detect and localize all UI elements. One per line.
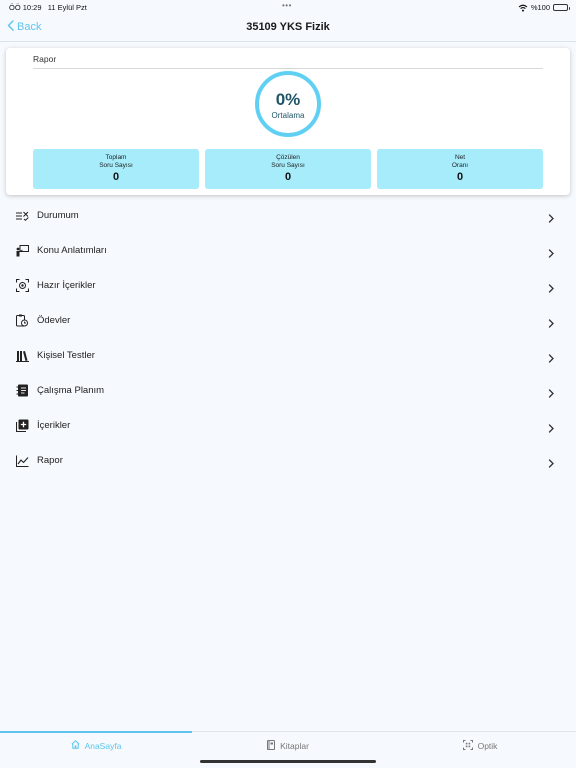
menu-item-label: İçerikler (37, 420, 71, 431)
notebook-icon (15, 384, 29, 398)
menu-item-kisisel-testler[interactable]: Kişisel Testler (0, 338, 576, 373)
stat-subtitle: Soru Sayısı (99, 162, 133, 169)
stat-total-questions: Toplam Soru Sayısı 0 (33, 149, 199, 189)
wifi-icon (518, 4, 528, 12)
tab-optik[interactable]: Optik (384, 740, 576, 752)
navigation-bar: Back 35109 YKS Fizik (0, 14, 576, 42)
menu-item-label: Çalışma Planım (37, 385, 105, 396)
status-date-text: 11 Eylül Pzt (47, 3, 87, 12)
page-title: 35109 YKS Fizik (246, 21, 330, 33)
chevron-right-icon (548, 315, 554, 333)
tab-label: AnaSayfa (84, 740, 122, 751)
status-indicators: %100 (518, 3, 570, 12)
menu-item-durumum[interactable]: Durumum (0, 198, 576, 233)
stat-solved-questions: Çözülen Soru Sayısı 0 (205, 149, 371, 189)
chevron-right-icon (548, 385, 554, 403)
battery-percent: %100 (530, 3, 550, 12)
stat-value: 0 (284, 171, 292, 183)
chevron-right-icon (548, 210, 554, 228)
menu-item-label: Durumum (37, 210, 79, 221)
menu-item-konu-anlatimlari[interactable]: Konu Anlatımları (0, 233, 576, 268)
stat-value: 0 (456, 171, 464, 183)
tab-label: Kitaplar (280, 741, 309, 751)
homework-icon (15, 314, 29, 328)
chevron-right-icon (548, 245, 554, 263)
stat-value: 0 (112, 171, 120, 183)
tab-anasayfa[interactable]: AnaSayfa (0, 740, 192, 751)
stat-title: Net (454, 154, 466, 161)
active-tab-indicator (0, 731, 192, 733)
menu-item-icerikler[interactable]: İçerikler (0, 408, 576, 443)
chevron-right-icon (548, 350, 554, 368)
menu-item-label: Konu Anlatımları (37, 245, 107, 256)
presentation-icon (15, 244, 29, 258)
menu-item-rapor[interactable]: Rapor (0, 443, 576, 478)
menu-item-odevler[interactable]: Ödevler (0, 303, 576, 338)
menu-list: Durumum Konu Anlatımları Hazır İçerikler… (0, 198, 576, 478)
chevron-right-icon (548, 420, 554, 438)
optic-scan-icon (462, 740, 473, 752)
average-label: Ortalama (271, 110, 305, 120)
scan-icon (15, 279, 29, 293)
report-section-label: Rapor (33, 54, 543, 69)
tab-kitaplar[interactable]: Kitaplar (192, 740, 384, 752)
average-value: 0% (275, 89, 301, 109)
menu-item-hazir-icerikler[interactable]: Hazır İçerikler (0, 268, 576, 303)
multitask-dots[interactable]: ••• (282, 1, 292, 10)
add-content-icon (15, 419, 29, 433)
stat-subtitle: Soru Sayısı (271, 162, 305, 169)
stat-title: Toplam (105, 154, 127, 161)
status-time-text: ÖÖ 10:29 (9, 3, 42, 12)
tab-label: Optik (477, 741, 498, 751)
menu-item-calisma-planim[interactable]: Çalışma Planım (0, 373, 576, 408)
average-ring: 0% Ortalama (255, 71, 321, 137)
stat-net-ratio: Net Oranı 0 (377, 149, 543, 189)
status-bar: ÖÖ 10:29 11 Eylül Pzt ••• %100 (0, 0, 576, 14)
chevron-right-icon (548, 280, 554, 298)
report-card: Rapor 0% Ortalama Toplam Soru Sayısı 0 Ç… (6, 48, 570, 195)
home-indicator[interactable] (200, 760, 376, 763)
status-time: ÖÖ 10:29 11 Eylül Pzt (9, 3, 87, 12)
line-chart-icon (15, 454, 29, 468)
home-icon (71, 740, 80, 751)
menu-item-label: Rapor (37, 455, 63, 466)
library-icon (15, 349, 29, 363)
menu-item-label: Hazır İçerikler (37, 280, 96, 291)
menu-item-label: Kişisel Testler (37, 350, 95, 361)
stat-title: Çözülen (276, 154, 300, 161)
book-icon (267, 740, 276, 752)
chevron-right-icon (548, 455, 554, 473)
menu-item-label: Ödevler (37, 315, 71, 326)
battery-icon (553, 4, 570, 11)
checklist-icon (15, 209, 29, 223)
stat-subtitle: Oranı (451, 162, 469, 169)
